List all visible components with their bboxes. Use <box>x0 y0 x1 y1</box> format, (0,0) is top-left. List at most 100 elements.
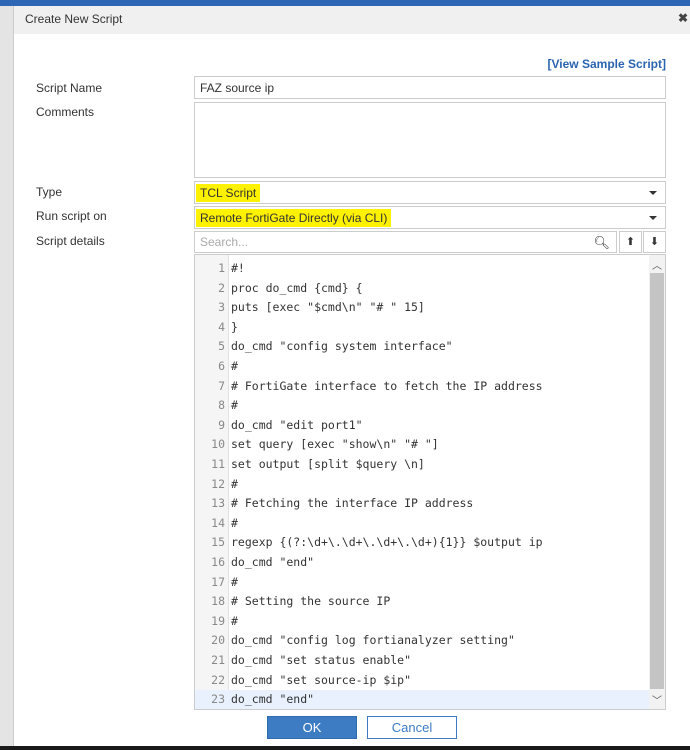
line-number: 18 <box>211 594 225 609</box>
line-number: 17 <box>211 574 225 589</box>
line-number: 4 <box>218 319 225 334</box>
code-text: # Fetching the interface IP address <box>231 496 474 511</box>
code-text: set query [exec "show\n" "# "] <box>231 437 439 452</box>
search-icon[interactable]: 🔍︎ <box>593 235 610 251</box>
code-text: do_cmd "end" <box>231 692 315 707</box>
ok-button[interactable]: OK <box>267 716 357 739</box>
line-number: 1 <box>218 261 225 275</box>
code-text: proc do_cmd {cmd} { <box>231 280 363 295</box>
line-number: 14 <box>211 515 225 530</box>
type-select[interactable]: TCL Script <box>194 181 666 204</box>
arrow-down-icon: ⬇ <box>649 236 660 248</box>
chevron-down-icon <box>649 216 657 220</box>
run-on-label: Run script on <box>36 209 107 223</box>
run-on-value: Remote FortiGate Directly (via CLI) <box>196 209 392 227</box>
line-number: 10 <box>211 437 225 452</box>
code-line: 15 regexp {(?:\d+\.\d+\.\d+\.\d+){1}} $ou… <box>195 533 650 553</box>
line-number: 11 <box>211 457 225 471</box>
search-input[interactable]: Search... 🔍︎ <box>194 231 617 253</box>
line-number: 15 <box>211 535 225 550</box>
script-name-label: Script Name <box>36 81 103 95</box>
line-number: 9 <box>218 417 225 432</box>
code-text: do_cmd "config log fortianalyzer setting… <box>231 633 515 648</box>
code-line: 16 do_cmd "end" <box>195 553 650 573</box>
code-text: do_cmd "set status enable" <box>231 653 412 667</box>
code-text: # <box>231 359 238 373</box>
code-line: 2 proc do_cmd {cmd} { <box>195 279 650 299</box>
code-line: 19 # <box>195 612 650 632</box>
code-text: # <box>231 613 238 628</box>
code-line: 9 do_cmd "edit port1" <box>195 416 650 436</box>
code-text: do_cmd "end" <box>231 555 315 569</box>
scroll-down-icon[interactable]: ﹀ <box>649 692 665 707</box>
code-text: } <box>231 319 238 334</box>
code-text: do_cmd "set source-ip $ip" <box>231 672 412 687</box>
code-line: 17 # <box>195 573 650 593</box>
line-number: 5 <box>218 339 225 354</box>
code-line: 13 # Fetching the interface IP address <box>195 494 650 514</box>
line-number: 19 <box>211 613 225 628</box>
left-panel-edge <box>0 6 14 746</box>
scrollbar-thumb[interactable] <box>650 273 664 689</box>
line-number: 20 <box>211 633 225 648</box>
line-number: 7 <box>218 378 225 393</box>
code-text: do_cmd "edit port1" <box>231 417 363 432</box>
code-text: # Setting the source IP <box>231 594 391 609</box>
script-name-input[interactable]: FAZ source ip <box>194 76 666 99</box>
code-line: 14 # <box>195 514 650 534</box>
code-line: 3 puts [exec "$cmd\n" "# " 15] <box>195 298 650 318</box>
code-line: 23 do_cmd "end" <box>195 690 650 709</box>
line-number: 13 <box>211 496 225 511</box>
code-text: regexp {(?:\d+\.\d+\.\d+\.\d+){1}} $outp… <box>231 535 543 550</box>
code-text: puts [exec "$cmd\n" "# " 15] <box>231 300 425 315</box>
code-line: 12 # <box>195 475 650 495</box>
comments-textarea[interactable] <box>194 102 666 178</box>
line-number: 3 <box>218 300 225 315</box>
close-icon[interactable]: ✖ <box>678 11 688 25</box>
code-text: do_cmd "config system interface" <box>231 339 453 354</box>
code-text: # FortiGate interface to fetch the IP ad… <box>231 378 543 393</box>
code-line: 11 set output [split $query \n] <box>195 455 650 475</box>
code-editor[interactable]: 1 #! 2 proc do_cmd {cmd} { 3 puts [exec "$cmd… <box>194 254 666 710</box>
comments-label: Comments <box>36 105 95 119</box>
code-line: 8 # <box>195 396 650 416</box>
code-line: 1 #! <box>195 259 650 279</box>
line-number: 23 <box>211 692 225 707</box>
code-line: 4} <box>195 318 650 338</box>
line-number: 21 <box>211 653 225 667</box>
scroll-up-icon[interactable]: ︿ <box>649 257 665 272</box>
code-line: 18 # Setting the source IP <box>195 592 650 612</box>
dialog-header: Create New Script ✖ <box>14 6 690 34</box>
search-prev-button[interactable]: ⬆ <box>619 231 642 253</box>
run-on-select[interactable]: Remote FortiGate Directly (via CLI) <box>194 206 666 229</box>
view-sample-script-link[interactable]: [View Sample Script] <box>548 57 666 71</box>
taskbar-edge <box>0 746 690 750</box>
dialog-title: Create New Script <box>25 12 123 26</box>
search-placeholder: Search... <box>200 235 249 249</box>
type-label: Type <box>36 185 63 199</box>
cancel-button[interactable]: Cancel <box>367 716 457 739</box>
arrow-up-icon: ⬆ <box>625 236 636 248</box>
script-details-label: Script details <box>36 234 105 248</box>
code-line: 21 do_cmd "set status enable" <box>195 651 650 671</box>
line-number: 6 <box>218 359 225 373</box>
code-text: set output [split $query \n] <box>231 457 425 471</box>
code-line: 22 do_cmd "set source-ip $ip" <box>195 671 650 691</box>
chevron-down-icon <box>649 191 657 195</box>
line-number: 8 <box>218 398 225 413</box>
line-number: 16 <box>211 555 225 569</box>
line-number: 2 <box>218 280 225 295</box>
code-text: # <box>231 515 238 530</box>
line-number: 22 <box>211 672 225 687</box>
line-number: 12 <box>211 476 225 491</box>
code-line: 6 # <box>195 357 650 377</box>
code-line: 20 do_cmd "config log fortianalyzer setti… <box>195 631 650 651</box>
code-text: #! <box>231 261 245 275</box>
code-text: # <box>231 398 238 413</box>
vertical-scrollbar[interactable]: ︿ ﹀ <box>649 255 665 709</box>
search-next-button[interactable]: ⬇ <box>643 231 666 253</box>
type-value: TCL Script <box>196 184 261 202</box>
code-text: # <box>231 476 238 491</box>
code-text: # <box>231 574 238 589</box>
code-line: 7 # FortiGate interface to fetch the IP a… <box>195 377 650 397</box>
